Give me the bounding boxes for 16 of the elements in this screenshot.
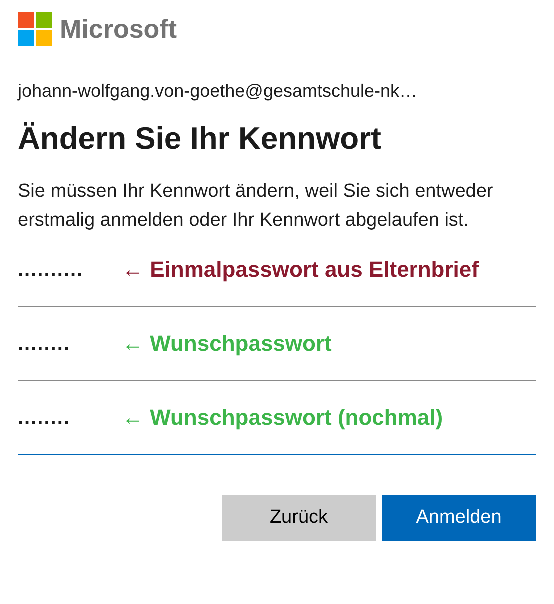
logo-icon — [18, 12, 52, 46]
password-value: .......... — [18, 258, 85, 282]
annotation: ← Einmalpasswort aus Elternbrief — [122, 256, 479, 284]
sign-in-button[interactable]: Anmelden — [382, 495, 536, 541]
page-title: Ändern Sie Ihr Kennwort — [18, 120, 382, 158]
password-value: ........ — [18, 406, 72, 430]
annotation: ← Wunschpasswort (nochmal) — [122, 404, 444, 432]
password-value: ........ — [18, 332, 72, 356]
logo-text: Microsoft — [60, 12, 177, 46]
password-field[interactable]: ........ ← Wunschpasswort (nochmal) — [18, 381, 536, 455]
password-field[interactable]: .......... ← Einmalpasswort aus Elternbrief — [18, 233, 536, 307]
password-field[interactable]: ........ ← Wunschpasswort — [18, 307, 536, 381]
account-email: johann-wolfgang.von-goethe@gesamtschule-nk… — [18, 80, 419, 103]
description: Sie müssen Ihr Kennwort ändern, weil Sie sich entweder erstmalig anmelden oder Ihr Kennwort abgelaufen ist. — [18, 180, 494, 233]
annotation: ← Wunschpasswort — [122, 330, 332, 358]
back-button[interactable]: Zurück — [222, 495, 376, 541]
